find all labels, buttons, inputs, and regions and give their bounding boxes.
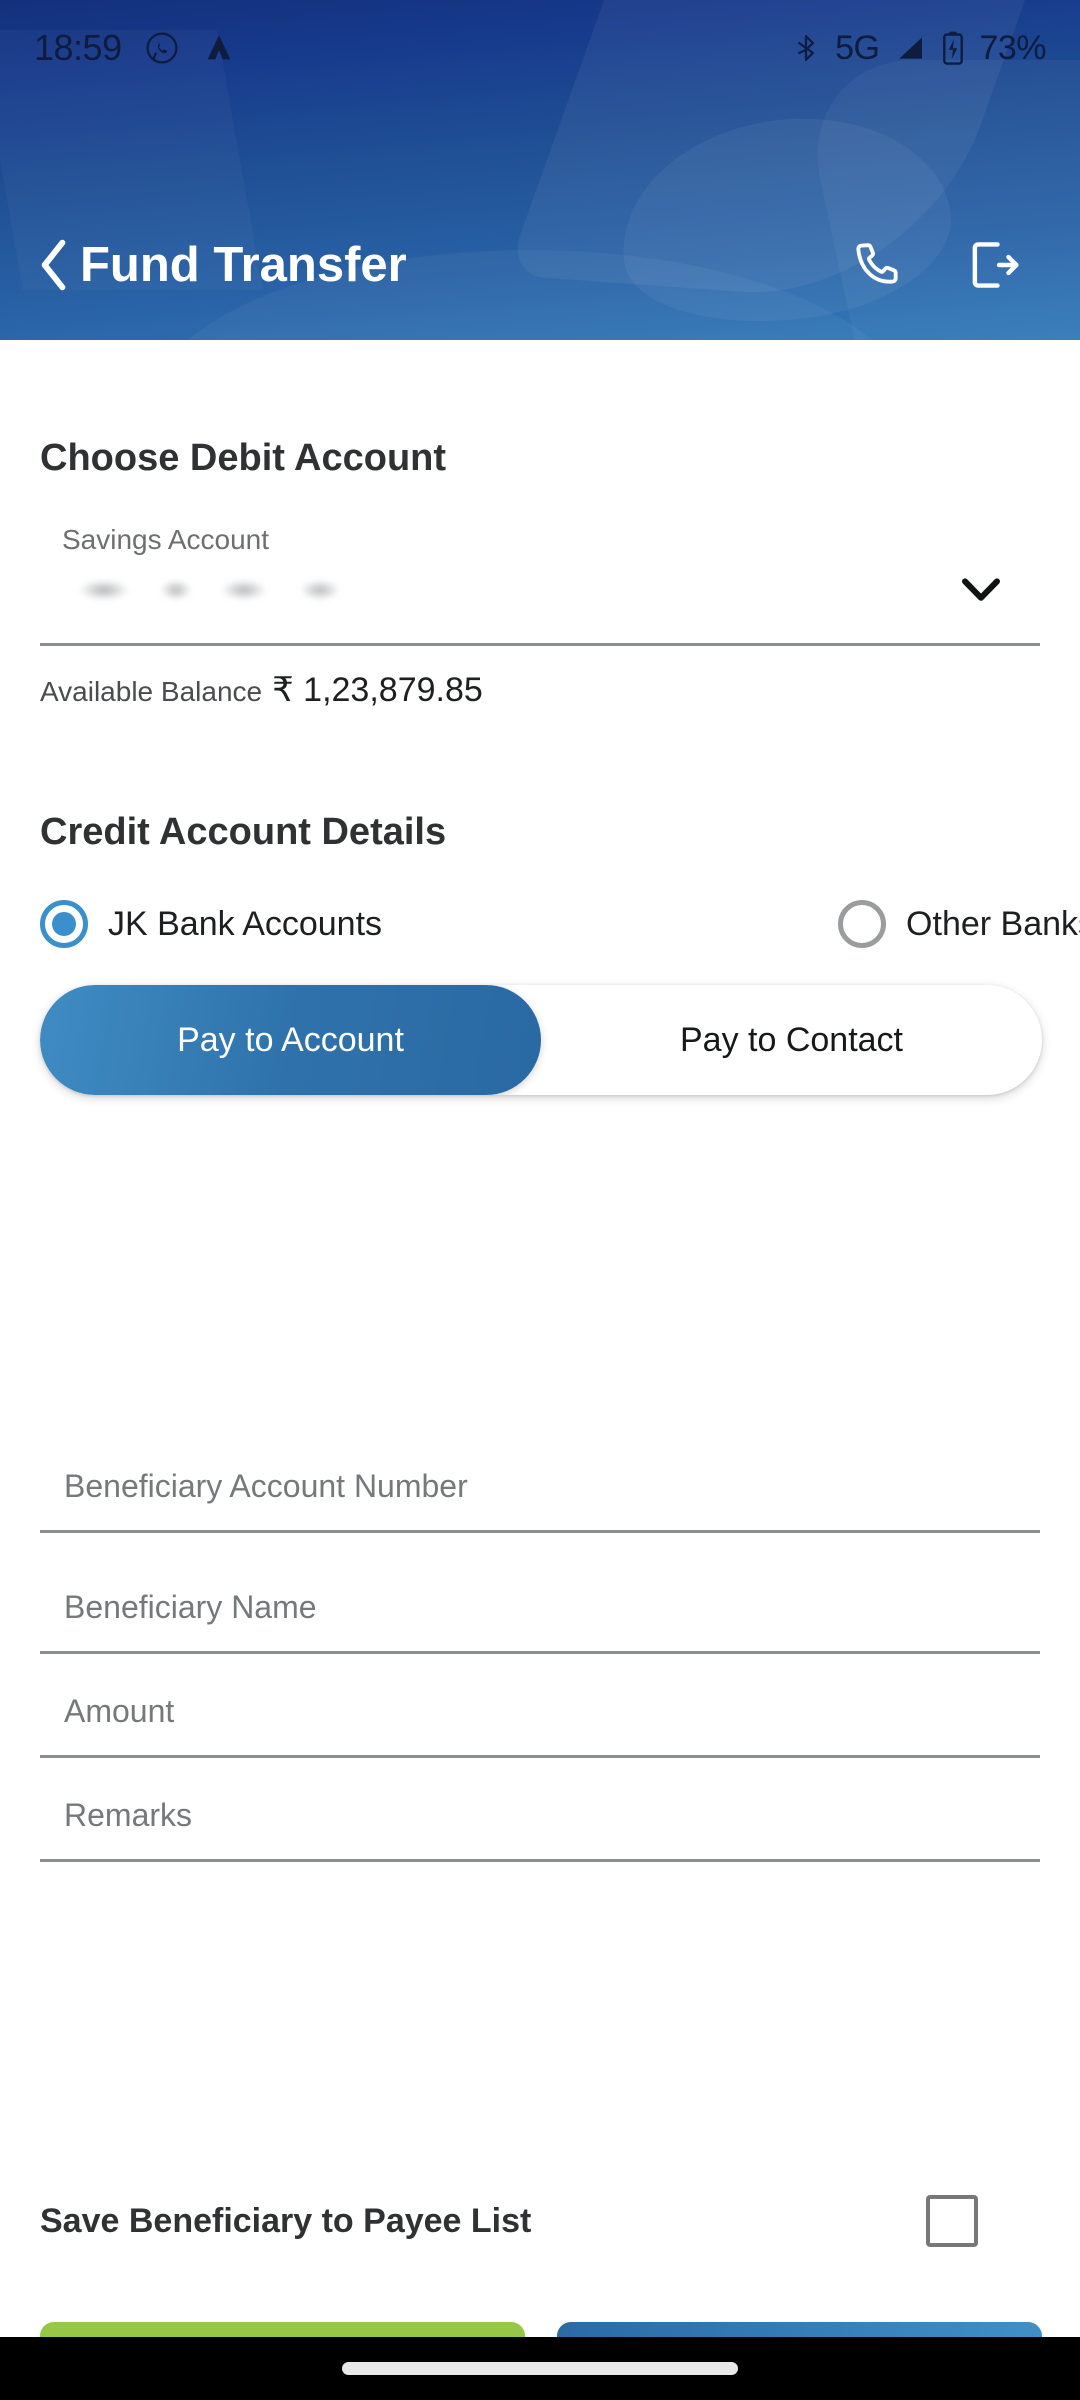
available-balance-label: Available Balance — [40, 676, 263, 707]
chevron-down-icon[interactable] — [955, 570, 1007, 610]
signal-icon — [893, 32, 927, 64]
tab-pay-to-contact[interactable]: Pay to Contact — [541, 985, 1042, 1095]
logout-icon[interactable] — [964, 235, 1024, 295]
radio-unselected-icon — [838, 900, 887, 948]
credit-account-radio-group: JK Bank Accounts Other Banks — [40, 900, 1080, 948]
status-bar: 18:59 5G 73% — [0, 0, 1080, 96]
tab-pay-to-account[interactable]: Pay to Account — [40, 985, 541, 1095]
beneficiary-account-number-placeholder: Beneficiary Account Number — [64, 1468, 468, 1504]
radio-other-banks[interactable]: Other Banks — [838, 900, 1080, 948]
bluetooth-icon — [791, 31, 821, 65]
phone-icon[interactable] — [848, 235, 908, 295]
save-payee-checkbox[interactable] — [926, 2195, 978, 2247]
section-title-debit: Choose Debit Account — [40, 437, 447, 479]
available-balance-value: ₹ 1,23,879.85 — [272, 671, 483, 709]
app-bar: Fund Transfer — [0, 200, 1080, 330]
payment-mode-tabs: Pay to Account Pay to Contact — [40, 985, 1042, 1095]
page-body: Choose Debit Account Savings Account Ava… — [0, 340, 1080, 2400]
radio-jk-bank-accounts[interactable]: JK Bank Accounts — [40, 900, 382, 948]
save-payee-row: Save Beneficiary to Payee List — [40, 2195, 1040, 2247]
status-bar-clock: 18:59 — [34, 27, 122, 68]
radio-label-other-banks: Other Banks — [906, 904, 1080, 943]
remarks-placeholder: Remarks — [64, 1797, 193, 1833]
chevron-left-icon[interactable] — [36, 237, 72, 293]
field-underline — [40, 1530, 1040, 1533]
app-bar-actions — [848, 235, 1044, 295]
app-screen: 18:59 5G 73% Fund Transfer Choose Debit … — [0, 0, 1080, 2400]
save-payee-label: Save Beneficiary to Payee List — [40, 2201, 532, 2240]
beneficiary-name-placeholder: Beneficiary Name — [64, 1589, 317, 1625]
field-underline — [40, 1755, 1040, 1758]
radio-label-jk-bank: JK Bank Accounts — [108, 904, 383, 943]
network-type-label: 5G — [835, 28, 880, 67]
debit-account-underline — [40, 643, 1040, 646]
system-navigation-bar — [0, 2337, 1080, 2400]
battery-charging-icon — [941, 30, 965, 66]
home-indicator[interactable] — [342, 2362, 738, 2375]
debit-account-type-label: Savings Account — [62, 524, 270, 555]
available-balance-row: Available Balance ₹ 1,23,879.85 — [40, 670, 483, 710]
amount-placeholder: Amount — [64, 1693, 175, 1729]
page-title: Fund Transfer — [80, 238, 407, 292]
field-underline — [40, 1859, 1040, 1862]
status-bar-left: 18:59 — [34, 27, 236, 69]
battery-percent-label: 73% — [979, 28, 1046, 67]
radio-selected-icon — [40, 900, 88, 948]
radio-dot — [52, 912, 76, 936]
debit-account-number-masked — [62, 568, 382, 608]
app-icon — [202, 31, 236, 65]
field-underline — [40, 1651, 1040, 1654]
whatsapp-icon — [144, 30, 180, 66]
status-bar-right: 5G 73% — [791, 29, 1046, 68]
app-header: 18:59 5G 73% Fund Transfer — [0, 0, 1080, 340]
section-title-credit: Credit Account Details — [40, 811, 447, 853]
